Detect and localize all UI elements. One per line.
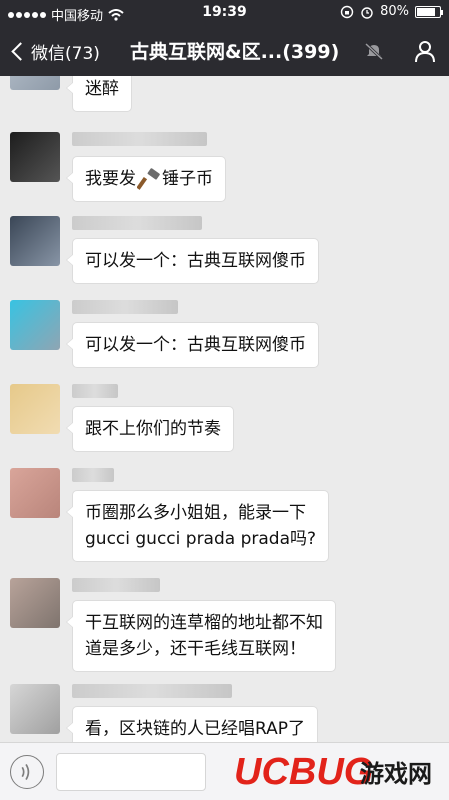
avatar[interactable] [10, 468, 60, 518]
logo-brand: UCBUG [234, 751, 373, 793]
nav-bar: 微信(73) 古典互联网&区...(399) [0, 26, 449, 76]
avatar[interactable] [10, 684, 60, 734]
message-bubble[interactable]: 跟不上你们的节奏 [66, 406, 234, 452]
avatar[interactable] [10, 384, 60, 434]
message-line: 道是多少，还干毛线互联网！ [85, 639, 306, 659]
logo-cn: 游戏网 [360, 760, 432, 788]
sender-name [72, 468, 114, 482]
mute-icon [364, 42, 384, 60]
status-right: 80% [340, 4, 443, 19]
avatar[interactable] [10, 300, 60, 350]
message-text: 看，区块链的人已经唱RAP了 [85, 719, 306, 739]
sender-name [72, 578, 160, 592]
chat-title: 古典互联网&区...(399) [130, 41, 340, 63]
sender-name [72, 132, 207, 146]
battery-percent: 80% [380, 4, 409, 19]
message-text: 跟不上你们的节奏 [85, 419, 221, 439]
voice-icon[interactable] [10, 755, 44, 789]
battery-icon [415, 5, 443, 18]
avatar[interactable] [10, 132, 60, 182]
message-text: 可以发一个：古典互联网傻币 [85, 251, 306, 271]
sender-name [72, 300, 178, 314]
message-bubble[interactable]: 可以发一个：古典互联网傻币 [66, 322, 319, 368]
avatar[interactable] [10, 578, 60, 628]
message-line: 干互联网的连草榴的地址都不知 [85, 613, 323, 633]
message-bubble[interactable]: 看，区块链的人已经唱RAP了 [65, 706, 319, 742]
chat-area: 迷醉 我要发 锤子币 可以发一个：古典互联网傻币 可以发一个：古典互联网傻币 跟不… [0, 76, 449, 742]
watermark-logo: UCBUG 游戏网 [234, 751, 432, 793]
message-text: 我要发 [85, 169, 136, 189]
sender-name [72, 684, 232, 698]
avatar[interactable] [10, 216, 60, 266]
sender-name [72, 216, 202, 230]
chevron-left-icon [11, 42, 30, 61]
message-bubble[interactable]: 干互联网的连草榴的地址都不知 道是多少，还干毛线互联网！ [66, 600, 336, 672]
message-input[interactable] [56, 753, 206, 791]
back-button[interactable]: 微信(73) [8, 39, 100, 64]
message-bubble[interactable]: 迷醉 [66, 76, 132, 112]
back-label: 微信(73) [31, 44, 100, 64]
avatar[interactable] [10, 76, 60, 90]
message-text: 锤子币 [162, 169, 213, 189]
status-bar: 中国移动 19:39 80% [0, 0, 449, 26]
message-line: gucci gucci prada prada吗? [85, 529, 317, 549]
sender-name [72, 384, 118, 398]
message-bubble[interactable]: 币圈那么多小姐姐，能录一下 gucci gucci prada prada吗? [65, 490, 330, 562]
message-text: 可以发一个：古典互联网傻币 [85, 335, 306, 355]
message-bubble[interactable]: 我要发 锤子币 [66, 156, 226, 202]
lock-rotation-icon [340, 5, 354, 18]
message-text: 迷醉 [85, 79, 119, 99]
message-bubble[interactable]: 可以发一个：古典互联网傻币 [66, 238, 319, 284]
person-icon[interactable] [413, 39, 437, 63]
alarm-icon [361, 6, 373, 19]
message-line: 币圈那么多小姐姐，能录一下 [85, 503, 306, 523]
hammer-icon [137, 168, 160, 190]
